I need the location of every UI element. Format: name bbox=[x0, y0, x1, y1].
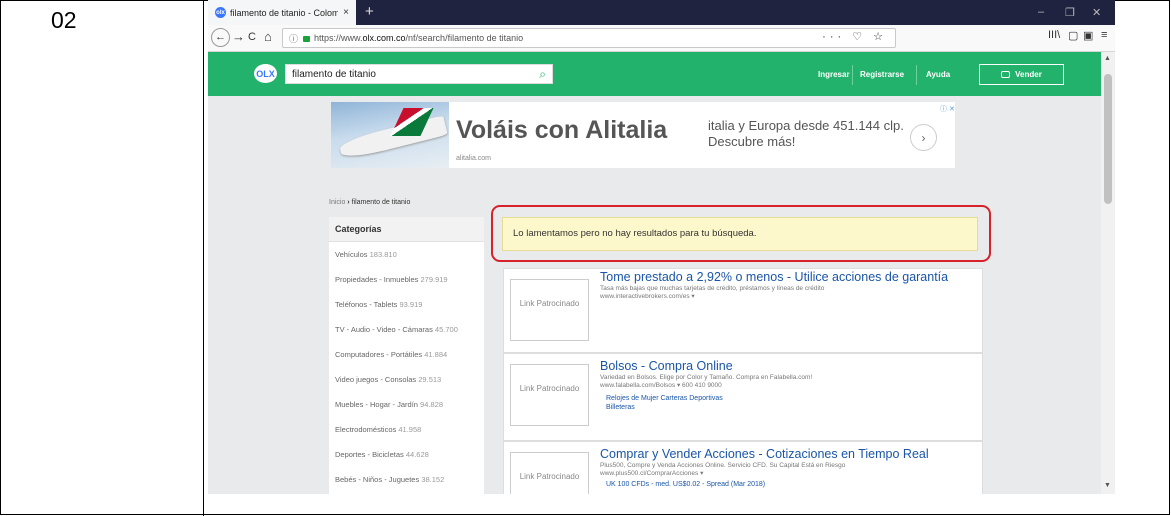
category-item[interactable]: Vehículos 183.810 bbox=[329, 242, 484, 267]
ad-arrow-button[interactable]: › bbox=[910, 124, 937, 151]
category-item[interactable]: TV - Audio - Video - Cámaras 45.700 bbox=[329, 317, 484, 342]
categories-heading: Categorías bbox=[329, 217, 484, 242]
camera-icon bbox=[1001, 71, 1011, 78]
tab-close-icon[interactable]: × bbox=[343, 7, 349, 18]
banner-ad[interactable]: Voláis con Alitalia alitalia.com italia … bbox=[331, 102, 955, 168]
breadcrumb-home[interactable]: Inicio bbox=[329, 199, 345, 206]
breadcrumb: Inicio › filamento de titanio bbox=[329, 199, 410, 206]
page-actions-icons[interactable]: ··· ♡ ☆ bbox=[822, 30, 887, 43]
url-prefix: https://www. bbox=[314, 33, 363, 43]
result-title[interactable]: Comprar y Vender Acciones - Cotizaciones… bbox=[600, 447, 929, 461]
register-link[interactable]: Registrarse bbox=[860, 70, 904, 79]
result-title[interactable]: Bolsos - Compra Online bbox=[600, 359, 733, 373]
search-input-value: filamento de titanio bbox=[292, 68, 376, 80]
restore-icon[interactable]: ❐ bbox=[1065, 6, 1075, 19]
home-icon[interactable]: ⌂ bbox=[264, 28, 272, 46]
table-column-divider bbox=[203, 0, 204, 516]
sponsored-result[interactable]: Link Patrocinado Tome prestado a 2,92% o… bbox=[503, 268, 983, 353]
ad-text: italia y Europa desde 451.144 clp. Descu… bbox=[708, 118, 904, 149]
sponsored-label: Link Patrocinado bbox=[510, 452, 589, 494]
library-icon[interactable]: III\ bbox=[1048, 29, 1060, 41]
new-tab-button[interactable]: + bbox=[365, 4, 374, 19]
scroll-down-icon[interactable]: ▼ bbox=[1104, 482, 1111, 489]
login-link[interactable]: Ingresar bbox=[818, 70, 850, 79]
sidebar-toggle-icon[interactable]: ▢ bbox=[1068, 29, 1078, 42]
category-item[interactable]: Video juegos - Consolas 29.513 bbox=[329, 367, 484, 392]
browser-screenshot: olx filamento de titanio - Colombi × + –… bbox=[208, 0, 1115, 494]
categories-sidebar: Categorías Vehículos 183.810 Propiedades… bbox=[329, 217, 484, 494]
ad-title: Voláis con Alitalia bbox=[456, 116, 668, 144]
breadcrumb-current: filamento de titanio bbox=[351, 199, 411, 206]
result-title[interactable]: Tome prestado a 2,92% o menos - Utilice … bbox=[600, 270, 948, 284]
header-separator bbox=[916, 65, 917, 85]
url-host: olx.com.co bbox=[362, 33, 406, 43]
sponsored-label: Link Patrocinado bbox=[510, 279, 589, 341]
scroll-thumb[interactable] bbox=[1104, 74, 1112, 204]
sponsored-result[interactable]: Link Patrocinado Bolsos - Compra Online … bbox=[503, 353, 983, 441]
category-item[interactable]: Bebés - Niños - Juguetes 38.152 bbox=[329, 467, 484, 492]
browser-titlebar: olx filamento de titanio - Colombi × + –… bbox=[208, 0, 1115, 25]
result-desc: Tasa más bajas que muchas tarjetas de cr… bbox=[600, 285, 825, 300]
sell-button[interactable]: Vender bbox=[979, 64, 1064, 85]
ad-domain: alitalia.com bbox=[456, 155, 492, 162]
tab-title: filamento de titanio - Colombi bbox=[230, 7, 338, 18]
category-item[interactable]: Teléfonos - Tablets 93.919 bbox=[329, 292, 484, 317]
sponsored-result[interactable]: Link Patrocinado Comprar y Vender Accion… bbox=[503, 441, 983, 494]
scroll-up-icon[interactable]: ▲ bbox=[1104, 55, 1111, 62]
category-item[interactable]: Computadores - Portátiles 41.884 bbox=[329, 342, 484, 367]
header-separator bbox=[852, 65, 853, 85]
category-item[interactable]: Deportes - Bicicletas 44.628 bbox=[329, 442, 484, 467]
category-item[interactable]: Muebles - Hogar - Jardín 94.828 bbox=[329, 392, 484, 417]
reload-icon[interactable]: C bbox=[248, 28, 256, 46]
olx-logo[interactable]: OLX bbox=[254, 64, 277, 83]
sponsored-label: Link Patrocinado bbox=[510, 364, 589, 426]
olx-header: OLX filamento de titanio ⌕ Ingresar Regi… bbox=[208, 52, 1115, 96]
browser-navbar: ← → C ⌂ ⓘ https://www. olx.com.co/nf/sear… bbox=[208, 25, 1115, 52]
page-scrollbar[interactable]: ▲ ▼ bbox=[1101, 52, 1115, 494]
result-sitelinks[interactable]: Relojes de Mujer Carteras Deportivas Bill… bbox=[606, 394, 723, 412]
forward-arrow-icon[interactable]: → bbox=[232, 28, 245, 46]
category-item[interactable]: Propiedades - Inmuebles 279.919 bbox=[329, 267, 484, 292]
sell-button-label: Vender bbox=[1015, 70, 1042, 79]
page-content: Voláis con Alitalia alitalia.com italia … bbox=[208, 96, 1101, 494]
result-desc: Variedad en Bolsos. Elige por Color y Ta… bbox=[600, 374, 813, 389]
breadcrumb-separator-icon: › bbox=[347, 199, 350, 206]
extension-icon[interactable]: ▣ bbox=[1083, 29, 1093, 42]
back-arrow-icon[interactable]: ← bbox=[211, 28, 230, 47]
result-desc: Plus500, Compre y Venda Acciones Online.… bbox=[600, 462, 846, 477]
minimize-icon[interactable]: – bbox=[1038, 6, 1044, 18]
help-link[interactable]: Ayuda bbox=[926, 70, 950, 79]
search-input[interactable]: filamento de titanio ⌕ bbox=[285, 64, 553, 84]
site-info-icon[interactable]: ⓘ bbox=[289, 32, 298, 45]
url-bar[interactable]: ⓘ https://www. olx.com.co/nf/search/filam… bbox=[282, 28, 896, 48]
airplane-image bbox=[331, 102, 449, 168]
category-item[interactable]: Electrodomésticos 41.958 bbox=[329, 417, 484, 442]
olx-favicon-icon: olx bbox=[215, 7, 226, 18]
ad-choices-icon[interactable]: ⓘ ✕ bbox=[940, 104, 955, 114]
menu-icon[interactable]: ≡ bbox=[1101, 29, 1107, 41]
result-sitelinks[interactable]: UK 100 CFDs - med. US$0.02 - Spread (Mar… bbox=[606, 480, 765, 489]
close-window-icon[interactable]: ✕ bbox=[1092, 6, 1101, 19]
browser-tab[interactable]: olx filamento de titanio - Colombi × bbox=[208, 0, 356, 25]
row-number: 02 bbox=[51, 7, 77, 33]
highlight-annotation bbox=[491, 205, 991, 262]
url-path: /nf/search/filamento de titanio bbox=[405, 33, 524, 43]
lock-icon bbox=[303, 36, 311, 42]
search-icon[interactable]: ⌕ bbox=[539, 67, 546, 82]
